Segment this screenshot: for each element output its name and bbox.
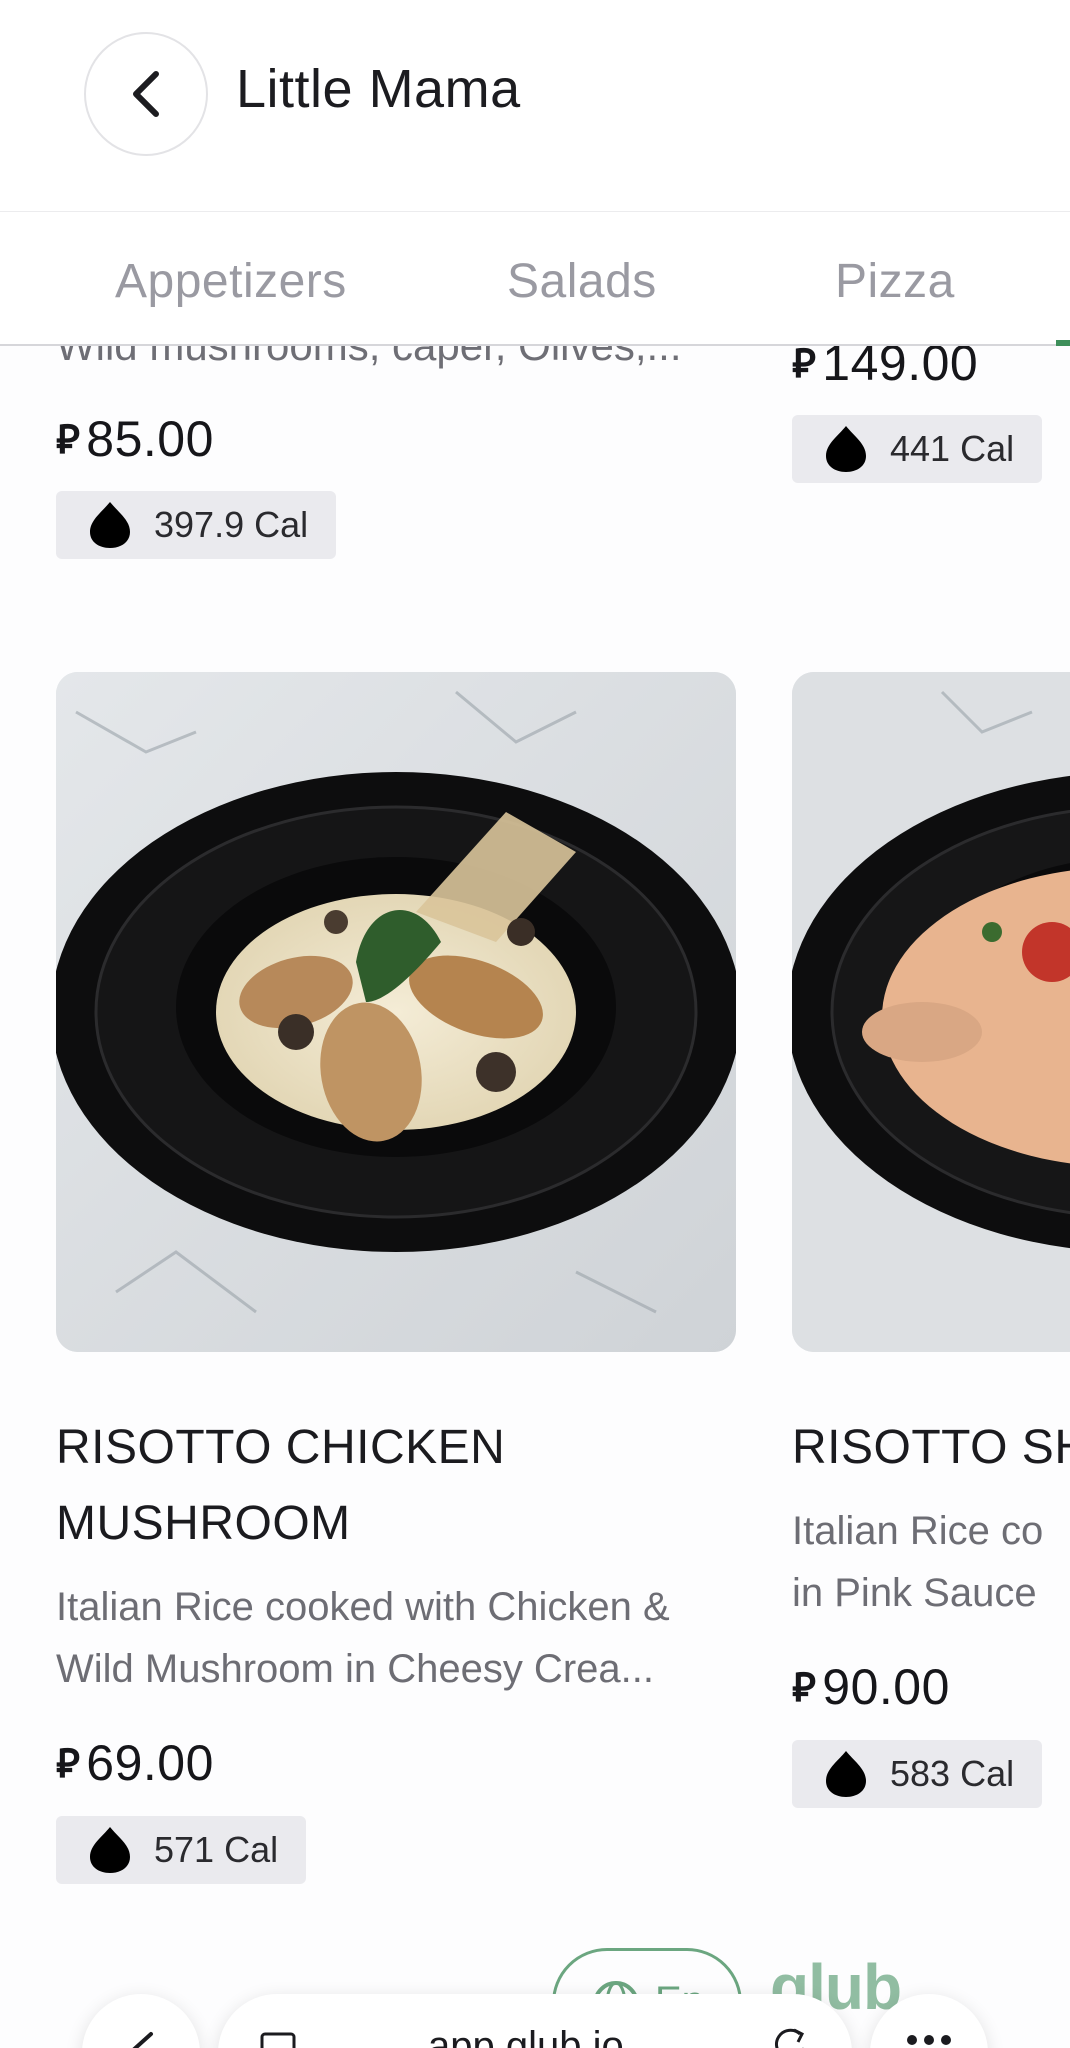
- dish-description-line: Italian Rice co: [792, 1509, 1044, 1553]
- browser-toolbar: app.glub.io: [0, 1984, 1070, 2048]
- calorie-drop-icon: [826, 1751, 866, 1797]
- dish-description-line: Wild Mushroom in Cheesy Crea...: [56, 1647, 654, 1691]
- tab-appetizers[interactable]: Appetizers: [115, 254, 347, 309]
- dish-photo: [56, 672, 736, 1352]
- address-bar[interactable]: app.glub.io: [218, 1994, 852, 2048]
- price-value: 69.00: [86, 1735, 214, 1791]
- back-arrow-icon: [132, 2032, 153, 2048]
- active-tab-indicator: [1056, 340, 1070, 346]
- calorie-value: 571 Cal: [154, 1829, 279, 1870]
- calorie-drop-icon: [90, 502, 130, 548]
- page-header: Little Mama: [0, 0, 1070, 212]
- price-value: 90.00: [822, 1659, 950, 1715]
- calorie-drop-icon: [826, 426, 866, 472]
- dish-description: Italian Rice cooked with Chicken & Wild …: [56, 1576, 670, 1700]
- calorie-value: 441 Cal: [890, 428, 1015, 469]
- calorie-badge: 571 Cal: [56, 1816, 307, 1884]
- price-value: 85.00: [86, 411, 214, 467]
- calorie-drop-icon: [90, 1827, 130, 1873]
- reload-icon: [775, 2028, 805, 2048]
- dish-name[interactable]: RISOTTO CHICKEN MUSHROOM: [56, 1410, 505, 1562]
- more-dots-icon: [907, 2035, 951, 2045]
- back-button[interactable]: [84, 32, 208, 156]
- currency-symbol: ⃁: [792, 1666, 817, 1710]
- browser-back-button[interactable]: [82, 1994, 200, 2048]
- item-price: ⃁ 85.00: [56, 410, 214, 468]
- dish-name[interactable]: RISOTTO SH: [792, 1410, 1070, 1486]
- dish-name-line: MUSHROOM: [56, 1497, 351, 1550]
- dish-description-line: Italian Rice cooked with Chicken &: [56, 1585, 670, 1629]
- item-price: ⃁ 69.00: [56, 1734, 214, 1792]
- dish-image-risotto-shrimp[interactable]: [792, 672, 1070, 1352]
- currency-symbol: ⃁: [56, 418, 81, 462]
- dish-photo: [792, 672, 1070, 1352]
- category-tabs: Appetizers Salads Pizza: [0, 212, 1070, 346]
- restaurant-title: Little Mama: [236, 59, 521, 119]
- currency-symbol: ⃁: [56, 1742, 81, 1786]
- dish-image-risotto-chicken-mushroom[interactable]: [56, 672, 736, 1352]
- calorie-badge: 583 Cal: [792, 1740, 1043, 1808]
- calorie-badge: 441 Cal: [792, 415, 1043, 483]
- dish-name-line: RISOTTO SH: [792, 1421, 1070, 1474]
- tab-salads[interactable]: Salads: [507, 254, 657, 309]
- chevron-left-icon: [133, 71, 159, 117]
- dish-description: Italian Rice co in Pink Sauce: [792, 1500, 1043, 1624]
- item-price: ⃁ 90.00: [792, 1658, 950, 1716]
- dish-name-line: RISOTTO CHICKEN: [56, 1421, 506, 1474]
- browser-more-button[interactable]: [870, 1994, 988, 2048]
- tab-pizza[interactable]: Pizza: [835, 254, 955, 309]
- calorie-value: 583 Cal: [890, 1753, 1015, 1794]
- calorie-badge: 397.9 Cal: [56, 491, 337, 559]
- tab-icon: [260, 2032, 296, 2048]
- calorie-value: 397.9 Cal: [154, 504, 309, 545]
- dish-description-line: in Pink Sauce: [792, 1571, 1037, 1615]
- url-text: app.glub.io: [428, 2024, 624, 2048]
